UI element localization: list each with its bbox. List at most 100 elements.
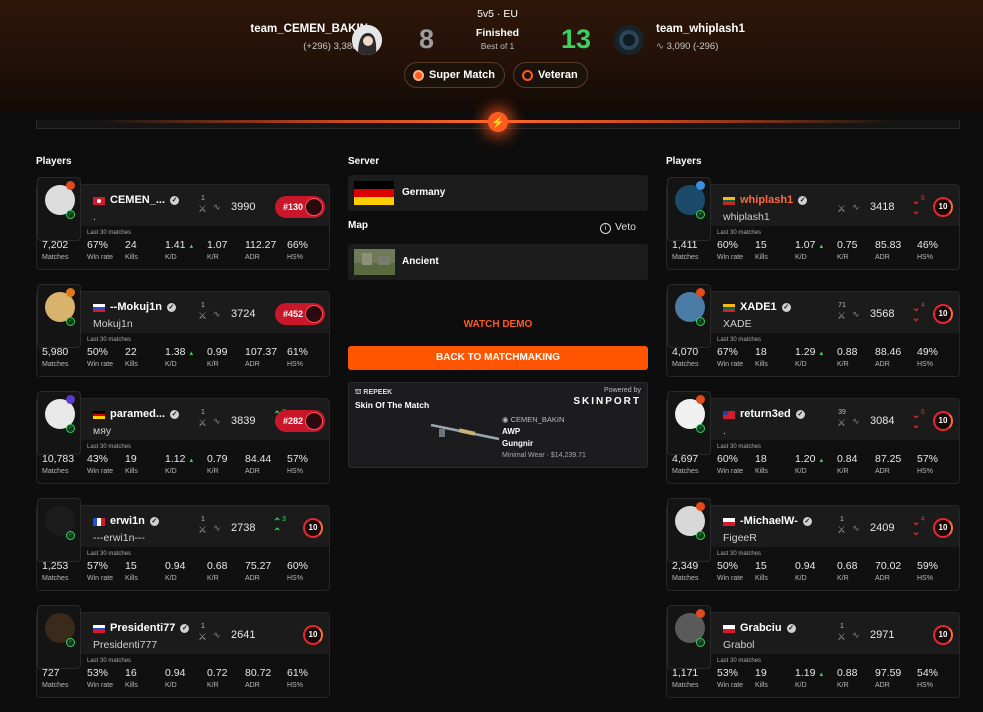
stat-winrate: 67% bbox=[87, 239, 109, 251]
player-name[interactable]: whiplash1 ✓ bbox=[740, 194, 808, 206]
stat-adr: 85.83 bbox=[875, 239, 902, 251]
country-flag-icon bbox=[723, 411, 735, 419]
watch-demo-link[interactable]: WATCH DEMO bbox=[348, 319, 648, 330]
player-name[interactable]: XADE1 ✓ bbox=[740, 301, 791, 313]
lightning-icon: ⚡ bbox=[488, 112, 508, 132]
shield-icon: ✓ bbox=[66, 531, 75, 540]
elo-down-icon: ⌄ ⌄ bbox=[912, 196, 921, 217]
team-right-name[interactable]: team_whiplash1 bbox=[656, 23, 745, 35]
player-name[interactable]: --Mokuj1n ✓ bbox=[110, 301, 176, 313]
last-30-label: Last 30 matches bbox=[87, 551, 132, 557]
stat-label-adr: ADR bbox=[875, 575, 890, 582]
player-avatar-box[interactable]: ✓ bbox=[667, 177, 711, 241]
stat-kr: 0.68 bbox=[207, 560, 228, 572]
party-size: 1 bbox=[840, 516, 844, 523]
player-card[interactable]: ✓ -MichaelW- ✓ FigeeR 1 ⚔ ∿ 2409 ⌄ ⌄ 4 10 Last 30 … bbox=[666, 498, 960, 591]
trend-icon: ∿ bbox=[852, 202, 860, 212]
player-name[interactable]: Presidenti77 ✓ bbox=[110, 622, 190, 634]
player-card[interactable]: ✓ paramed...✓ мяу1⚔∿3839⌃⌃2#282Last 30 m… bbox=[36, 391, 330, 484]
badge-icon bbox=[522, 69, 533, 81]
player-name[interactable]: Grabciu ✓ bbox=[740, 622, 796, 634]
stat-label-adr: ADR bbox=[875, 361, 890, 368]
stat-kr: 0.88 bbox=[837, 667, 858, 679]
player-card[interactable]: ✓ Presidenti77 ✓ Presidenti777 1 ⚔ ∿ 2641 10 La… bbox=[36, 605, 330, 698]
player-name[interactable]: -MichaelW- ✓ bbox=[740, 515, 812, 527]
player-avatar-box[interactable]: ✓ bbox=[37, 498, 81, 562]
stat-label-adr: ADR bbox=[875, 682, 890, 689]
player-card[interactable]: ✓ XADE1 ✓ XADE 71 ⚔ ∿ 3568 ⌄ ⌄ 4 10 Last 30 matche… bbox=[666, 284, 960, 377]
stat-label-hs: HS% bbox=[287, 254, 303, 261]
stat-label-kills: Kills bbox=[755, 254, 768, 261]
stat-matches: 1,411 bbox=[672, 239, 698, 251]
elo-change: 4 bbox=[921, 302, 925, 309]
rank-badge: #130 bbox=[275, 196, 325, 218]
stat-kr: 0.72 bbox=[207, 667, 228, 679]
player-name[interactable]: CEMEN_... ✓ bbox=[110, 194, 180, 206]
trend-icon: ∿ bbox=[852, 309, 860, 319]
shield-icon: ✓ bbox=[696, 531, 705, 540]
player-avatar-box[interactable]: ✓ bbox=[37, 284, 81, 348]
veto-link[interactable]: i Veto bbox=[600, 221, 636, 234]
player-name[interactable]: paramed... ✓ bbox=[110, 408, 180, 420]
player-avatar-box[interactable]: ✓ bbox=[667, 284, 711, 348]
last-30-label: Last 30 matches bbox=[717, 551, 762, 557]
stat-label-kd: K/D bbox=[165, 254, 177, 261]
player-card[interactable]: ✓ CEMEN_... ✓ . 1 ⚔ ∿ 3990 #130 Last 30 matches… bbox=[36, 177, 330, 270]
stat-label-hs: HS% bbox=[287, 468, 303, 475]
party-size: 1 bbox=[201, 195, 205, 202]
stat-label-hs: HS% bbox=[917, 254, 933, 261]
player-avatar-box[interactable]: ✓ bbox=[37, 605, 81, 669]
stat-label-adr: ADR bbox=[875, 468, 890, 475]
verified-icon: ✓ bbox=[170, 410, 180, 419]
skin-of-the-match-card[interactable]: ⛫ REPEEK Skin Of The Match Powered by SK… bbox=[348, 382, 648, 468]
player-nickname: Grabol bbox=[723, 639, 755, 651]
player-card[interactable]: ✓ erwi1n ✓ ---erwi1n--- 1 ⚔ ∿ 2738 ⌃ ⌃ 3 10 Last 3… bbox=[36, 498, 330, 591]
player-card[interactable]: ✓ --Mokuj1n ✓ Mokuj1n 1 ⚔ ∿ 3724 #452 Last 30 m… bbox=[36, 284, 330, 377]
stat-kd: 1.12 ▲ bbox=[165, 453, 195, 465]
verified-icon: ✓ bbox=[149, 517, 159, 526]
player-avatar-box[interactable]: ✓ bbox=[667, 391, 711, 455]
shield-icon: ✓ bbox=[66, 317, 75, 326]
stat-label-hs: HS% bbox=[287, 682, 303, 689]
player-avatar-box[interactable]: ✓ bbox=[667, 498, 711, 562]
player-card[interactable]: ✓ return3ed ✓ . 39 ⚔ ∿ 3084 ⌄ ⌄ 6 10 Last 30 match… bbox=[666, 391, 960, 484]
team-left-name[interactable]: team_CEMEN_BAKIN bbox=[250, 23, 368, 35]
team-right-avatar[interactable] bbox=[614, 25, 644, 55]
stat-winrate: 53% bbox=[87, 667, 109, 679]
player-avatar-box[interactable]: ✓ bbox=[37, 177, 81, 241]
shield-icon: ✓ bbox=[66, 210, 75, 219]
stat-label-adr: ADR bbox=[245, 361, 260, 368]
party-size: 39 bbox=[838, 409, 846, 416]
stat-winrate: 57% bbox=[87, 560, 109, 572]
last-30-label: Last 30 matches bbox=[717, 658, 762, 664]
stat-matches: 4,697 bbox=[672, 453, 699, 465]
badge-icon bbox=[66, 288, 75, 297]
trend-icon: ∿ bbox=[213, 309, 221, 319]
veteran-badge[interactable]: Veteran bbox=[513, 62, 588, 88]
crossed-swords-icon: ⚔ bbox=[198, 418, 207, 429]
stat-kd: 0.94 bbox=[165, 667, 186, 679]
player-avatar-box[interactable]: ✓ bbox=[37, 391, 81, 455]
team-left-elo: (+296) 3,386 bbox=[303, 41, 358, 52]
back-to-matchmaking-button[interactable]: BACK TO MATCHMAKING bbox=[348, 346, 648, 370]
player-name[interactable]: erwi1n ✓ bbox=[110, 515, 159, 527]
stat-label-matches: Matches bbox=[42, 361, 69, 368]
stat-label-winrate: Win rate bbox=[717, 254, 744, 261]
crossed-swords-icon: ⚔ bbox=[837, 632, 846, 643]
stat-label-kills: Kills bbox=[125, 575, 138, 582]
crossed-swords-icon: ⚔ bbox=[837, 525, 846, 536]
player-elo: 2641 bbox=[231, 629, 256, 641]
player-card[interactable]: ✓ Grabciu ✓ Grabol 1 ⚔ ∿ 2971 10 Last 30 matche… bbox=[666, 605, 960, 698]
player-avatar-box[interactable]: ✓ bbox=[667, 605, 711, 669]
stat-kd: 0.94 bbox=[795, 560, 816, 572]
skinport-logo: SKINPORT bbox=[573, 396, 641, 407]
player-name[interactable]: return3ed ✓ bbox=[740, 408, 805, 420]
team-left-avatar[interactable] bbox=[352, 25, 382, 55]
stat-label-kr: K/R bbox=[207, 575, 219, 582]
elo-down-icon: ⌄ ⌄ bbox=[912, 517, 921, 538]
stat-adr: 70.02 bbox=[875, 560, 902, 572]
team-right-elo: 3,090 (-296) bbox=[666, 41, 719, 52]
player-card[interactable]: ✓ whiplash1 ✓ whiplash1 ⚔ ∿ 3418 ⌄ ⌄ 6 10 Last 30… bbox=[666, 177, 960, 270]
super-match-badge[interactable]: Super Match bbox=[404, 62, 506, 88]
stat-label-kr: K/R bbox=[837, 575, 849, 582]
